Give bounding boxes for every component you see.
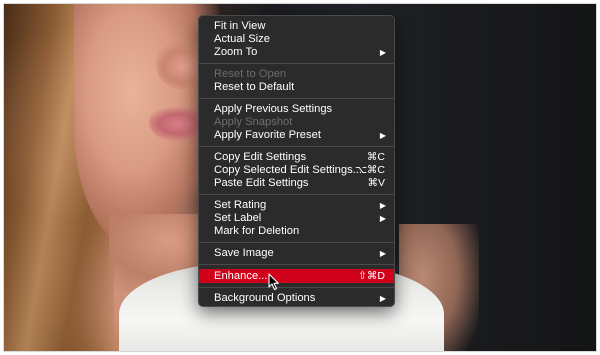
menu-item-apply-favorite-preset[interactable]: Apply Favorite Preset ▶ <box>199 129 394 142</box>
menu-item-label: Set Rating <box>214 199 267 211</box>
menu-item-actual-size[interactable]: Actual Size <box>199 33 394 46</box>
menu-item-label: Apply Previous Settings <box>214 103 333 115</box>
menu-item-save-image[interactable]: Save Image ▶ <box>199 247 394 260</box>
menu-item-enhance[interactable]: Enhance... ⇧⌘D <box>199 269 394 283</box>
menu-item-label: Copy Edit Settings <box>214 151 307 163</box>
menu-item-label: Mark for Deletion <box>214 225 300 237</box>
menu-separator <box>199 264 394 265</box>
menu-item-copy-edit-settings[interactable]: Copy Edit Settings ⌘C <box>199 151 394 164</box>
menu-item-set-label[interactable]: Set Label ▶ <box>199 212 394 225</box>
menu-item-label: Apply Favorite Preset <box>214 129 321 141</box>
menu-item-zoom-to[interactable]: Zoom To ▶ <box>199 46 394 59</box>
submenu-arrow-icon: ▶ <box>379 214 386 223</box>
menu-item-reset-to-open: Reset to Open <box>199 68 394 81</box>
menu-item-label: Background Options <box>214 292 316 304</box>
menu-item-label: Save Image <box>214 247 274 259</box>
menu-separator <box>199 63 394 64</box>
arrow-pointer-icon <box>268 273 279 291</box>
context-menu[interactable]: Fit in View Actual Size Zoom To ▶ Reset to O… <box>198 15 395 307</box>
menu-separator <box>199 146 394 147</box>
menu-item-paste-edit-settings[interactable]: Paste Edit Settings ⌘V <box>199 177 394 190</box>
menu-item-label: Set Label <box>214 212 262 224</box>
menu-item-label: Reset to Default <box>214 81 295 93</box>
menu-item-shortcut: ⇧⌘D <box>358 270 385 282</box>
menu-item-apply-snapshot: Apply Snapshot <box>199 116 394 129</box>
submenu-arrow-icon: ▶ <box>379 294 386 303</box>
submenu-arrow-icon: ▶ <box>379 201 386 210</box>
menu-item-mark-for-deletion[interactable]: Mark for Deletion <box>199 225 394 238</box>
menu-item-label: Fit in View <box>214 20 266 32</box>
menu-item-reset-to-default[interactable]: Reset to Default <box>199 81 394 94</box>
menu-item-label: Copy Selected Edit Settings... <box>214 164 363 176</box>
menu-item-copy-selected-edit-settings[interactable]: Copy Selected Edit Settings... ⌥⌘C <box>199 164 394 177</box>
menu-separator <box>199 194 394 195</box>
menu-item-label: Paste Edit Settings <box>214 177 309 189</box>
menu-item-label: Zoom To <box>214 46 258 58</box>
submenu-arrow-icon: ▶ <box>379 131 386 140</box>
menu-separator <box>199 242 394 243</box>
menu-item-background-options[interactable]: Background Options ▶ <box>199 292 394 305</box>
menu-item-label: Reset to Open <box>214 68 287 80</box>
menu-item-fit-in-view[interactable]: Fit in View <box>199 20 394 33</box>
menu-item-set-rating[interactable]: Set Rating ▶ <box>199 199 394 212</box>
menu-item-shortcut: ⌥⌘C <box>354 164 385 176</box>
menu-separator <box>199 98 394 99</box>
menu-separator <box>199 287 394 288</box>
menu-item-label: Apply Snapshot <box>214 116 293 128</box>
menu-item-apply-previous-settings[interactable]: Apply Previous Settings <box>199 103 394 116</box>
menu-item-shortcut: ⌘V <box>367 177 385 189</box>
menu-item-label: Actual Size <box>214 33 270 45</box>
menu-item-shortcut: ⌘C <box>366 151 385 163</box>
submenu-arrow-icon: ▶ <box>379 249 386 258</box>
submenu-arrow-icon: ▶ <box>379 48 386 57</box>
menu-item-label: Enhance... <box>214 270 268 282</box>
